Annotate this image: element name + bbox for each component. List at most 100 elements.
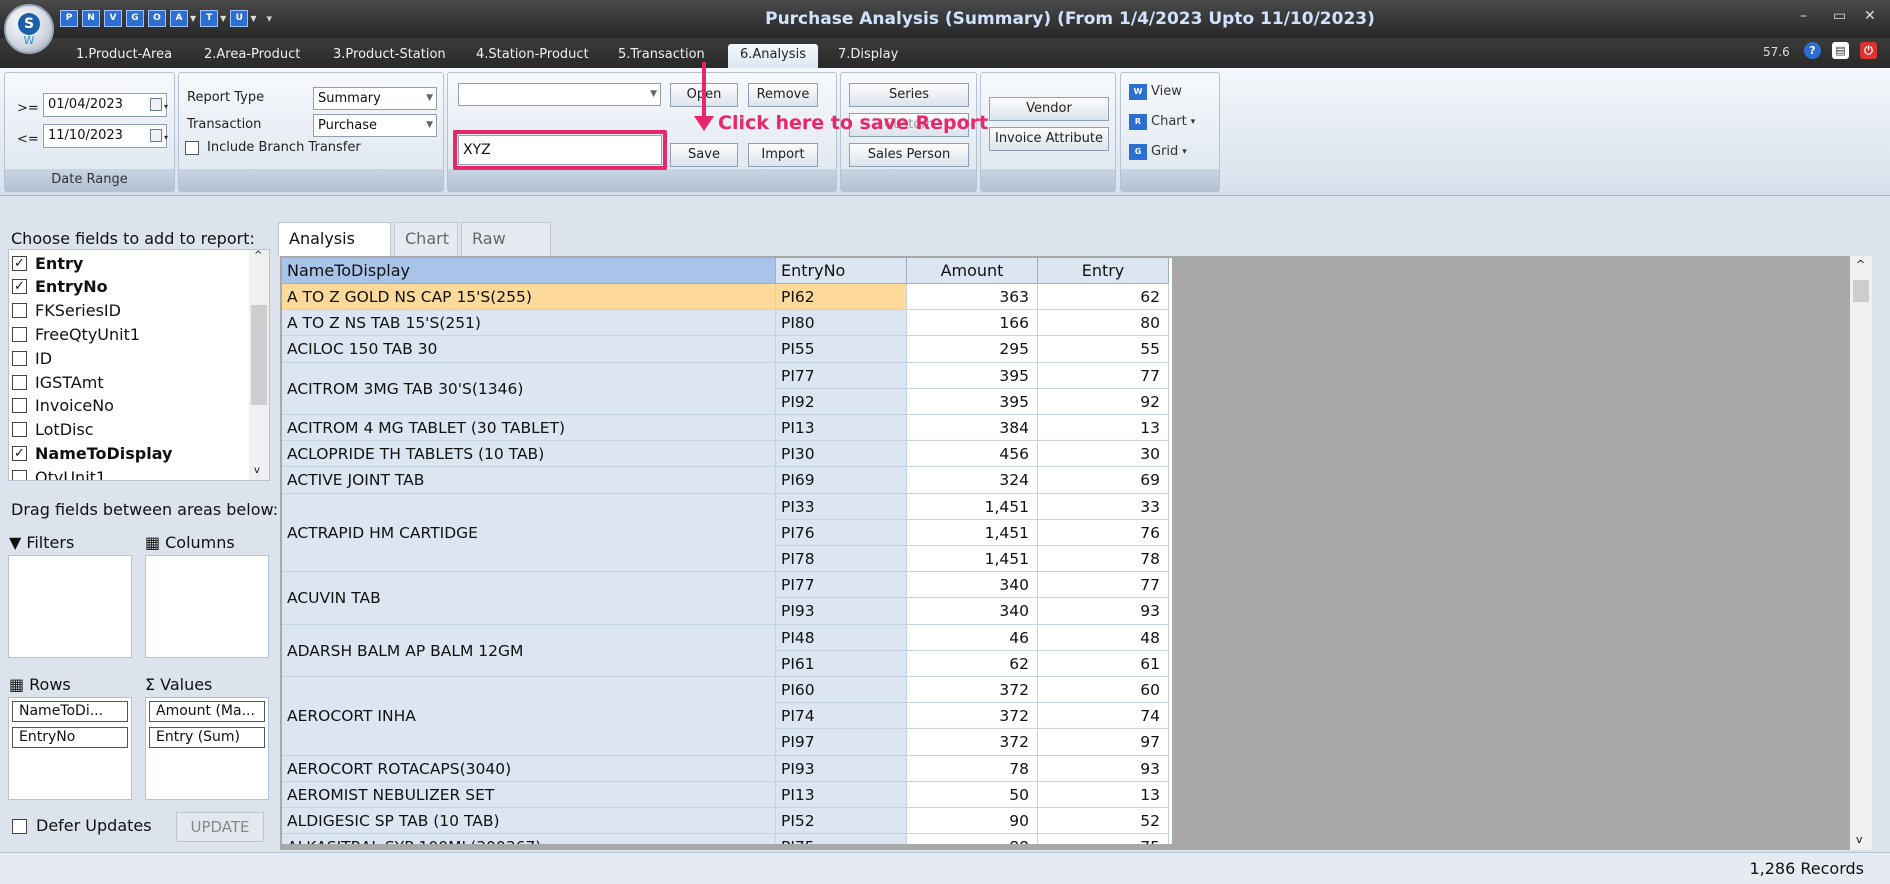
entry-cell[interactable]: 93 (1038, 755, 1169, 782)
entry-no-cell[interactable]: PI62 (776, 284, 907, 311)
tab-transaction[interactable]: 5.Transaction (618, 44, 705, 68)
exit-icon[interactable]: ⏻ (1860, 42, 1877, 59)
entry-no-cell[interactable]: PI13 (776, 415, 907, 442)
include-branch-checkbox[interactable] (185, 141, 199, 155)
row-name-cell[interactable]: ACTIVE JOINT TAB (282, 467, 776, 494)
row-name-cell[interactable]: A TO Z GOLD NS CAP 15'S(255) (282, 284, 776, 311)
entry-no-cell[interactable]: PI33 (776, 493, 907, 520)
sales-person-button[interactable]: Sales Person (849, 143, 969, 167)
maximize-icon[interactable]: ▭ (1833, 8, 1846, 24)
row-field-name[interactable]: NameToDi... (12, 701, 128, 722)
entry-no-cell[interactable]: PI78 (776, 546, 907, 573)
field-item[interactable]: ✓ NameToDisplay (12, 442, 172, 464)
entry-no-cell[interactable]: PI74 (776, 703, 907, 730)
entry-no-cell[interactable]: PI77 (776, 572, 907, 599)
field-checkbox[interactable] (12, 422, 27, 438)
chart-button[interactable]: R Chart ▾ (1129, 111, 1195, 133)
entry-no-cell[interactable]: PI92 (776, 388, 907, 415)
entry-no-cell[interactable]: PI69 (776, 467, 907, 494)
entry-cell[interactable]: 80 (1038, 310, 1169, 337)
field-checkbox[interactable] (12, 350, 27, 366)
field-item[interactable]: ✓ Entry (12, 252, 83, 274)
field-checkbox[interactable] (12, 326, 27, 342)
chevron-up-icon[interactable]: ^ (254, 250, 262, 261)
column-header[interactable]: Entry (1038, 258, 1169, 284)
amount-cell[interactable]: 166 (907, 310, 1038, 337)
entry-cell[interactable]: 75 (1038, 834, 1169, 844)
amount-cell[interactable]: 62 (907, 650, 1038, 677)
amount-cell[interactable]: 395 (907, 362, 1038, 389)
calendar-icon[interactable] (150, 129, 162, 142)
defer-updates-checkbox[interactable] (12, 819, 27, 834)
chevron-down-icon[interactable]: ▾ (164, 127, 168, 149)
amount-cell[interactable]: 363 (907, 284, 1038, 311)
quick-access-button[interactable]: O (148, 9, 166, 27)
app-logo-button[interactable]: S W (4, 4, 54, 54)
amount-cell[interactable]: 384 (907, 415, 1038, 442)
entry-cell[interactable]: 76 (1038, 519, 1169, 546)
import-button[interactable]: Import (748, 143, 818, 167)
column-header[interactable]: Amount (907, 258, 1038, 284)
entry-cell[interactable]: 13 (1038, 781, 1169, 808)
help-icon[interactable]: ? (1804, 42, 1821, 59)
field-item[interactable]: InvoiceNo (12, 395, 114, 417)
entry-cell[interactable]: 52 (1038, 808, 1169, 835)
columns-area[interactable] (145, 555, 269, 658)
entry-no-cell[interactable]: PI75 (776, 834, 907, 844)
save-button[interactable]: Save (670, 143, 738, 167)
amount-cell[interactable]: 372 (907, 677, 1038, 704)
saved-report-select[interactable]: ▼ (458, 83, 661, 106)
entry-cell[interactable]: 30 (1038, 441, 1169, 468)
field-checkbox[interactable]: ✓ (12, 445, 27, 461)
row-name-cell[interactable]: AEROCORT INHA (282, 677, 776, 756)
entry-no-cell[interactable]: PI93 (776, 755, 907, 782)
chevron-down-icon[interactable]: v (1856, 833, 1863, 846)
tab-chart[interactable]: Chart (394, 222, 458, 256)
tab-analysis-grid[interactable]: Analysis Grid (278, 222, 391, 280)
row-name-cell[interactable]: ALDIGESIC SP TAB (10 TAB) (282, 808, 776, 835)
update-button[interactable]: UPDATE (176, 812, 264, 842)
entry-no-cell[interactable]: PI93 (776, 598, 907, 625)
amount-cell[interactable]: 50 (907, 781, 1038, 808)
grid-button[interactable]: G Grid ▾ (1129, 141, 1187, 163)
amount-cell[interactable]: 1,451 (907, 493, 1038, 520)
chevron-down-icon[interactable]: ▼ (190, 14, 196, 23)
row-name-cell[interactable]: A TO Z NS TAB 15'S(251) (282, 310, 776, 337)
entry-no-cell[interactable]: PI55 (776, 336, 907, 363)
remove-button[interactable]: Remove (748, 83, 818, 107)
tab-product-station[interactable]: 3.Product-Station (333, 44, 446, 68)
report-type-select[interactable]: Summary ▼ (313, 87, 437, 110)
amount-cell[interactable]: 46 (907, 624, 1038, 651)
amount-cell[interactable]: 1,451 (907, 546, 1038, 573)
entry-cell[interactable]: 77 (1038, 362, 1169, 389)
document-icon[interactable]: ▤ (1832, 42, 1849, 59)
scroll-thumb[interactable] (1853, 280, 1869, 302)
quick-access-button[interactable]: V (104, 9, 122, 27)
tab-raw-data[interactable]: Raw Data (461, 222, 551, 280)
rows-area[interactable]: NameToDi... EntryNo (8, 697, 132, 800)
amount-cell[interactable]: 88 (907, 834, 1038, 844)
entry-cell[interactable]: 78 (1038, 546, 1169, 573)
field-item[interactable]: ✓ EntryNo (12, 276, 108, 298)
column-header[interactable]: EntryNo (776, 258, 907, 284)
quick-access-button[interactable]: U ▼ (230, 9, 256, 27)
view-button[interactable]: W View (1129, 81, 1182, 103)
field-item[interactable]: ID (12, 347, 52, 369)
amount-cell[interactable]: 324 (907, 467, 1038, 494)
row-name-cell[interactable]: ACITROM 4 MG TABLET (30 TABLET) (282, 415, 776, 442)
chevron-up-icon[interactable]: ^ (1856, 258, 1865, 271)
field-item[interactable]: LotDisc (12, 419, 94, 441)
minimize-icon[interactable]: – (1800, 8, 1807, 24)
entry-no-cell[interactable]: PI52 (776, 808, 907, 835)
scroll-thumb[interactable] (251, 305, 267, 405)
entry-no-cell[interactable]: PI97 (776, 729, 907, 756)
tab-analysis[interactable]: 6.Analysis (728, 44, 818, 68)
entry-cell[interactable]: 69 (1038, 467, 1169, 494)
amount-cell[interactable]: 1,451 (907, 519, 1038, 546)
values-area[interactable]: Amount (Ma... Entry (Sum) (145, 697, 269, 800)
row-name-cell[interactable]: ACILOC 150 TAB 30 (282, 336, 776, 363)
quick-access-button[interactable]: T ▼ (200, 9, 226, 27)
entry-no-cell[interactable]: PI30 (776, 441, 907, 468)
entry-cell[interactable]: 60 (1038, 677, 1169, 704)
field-checkbox[interactable] (12, 469, 27, 480)
